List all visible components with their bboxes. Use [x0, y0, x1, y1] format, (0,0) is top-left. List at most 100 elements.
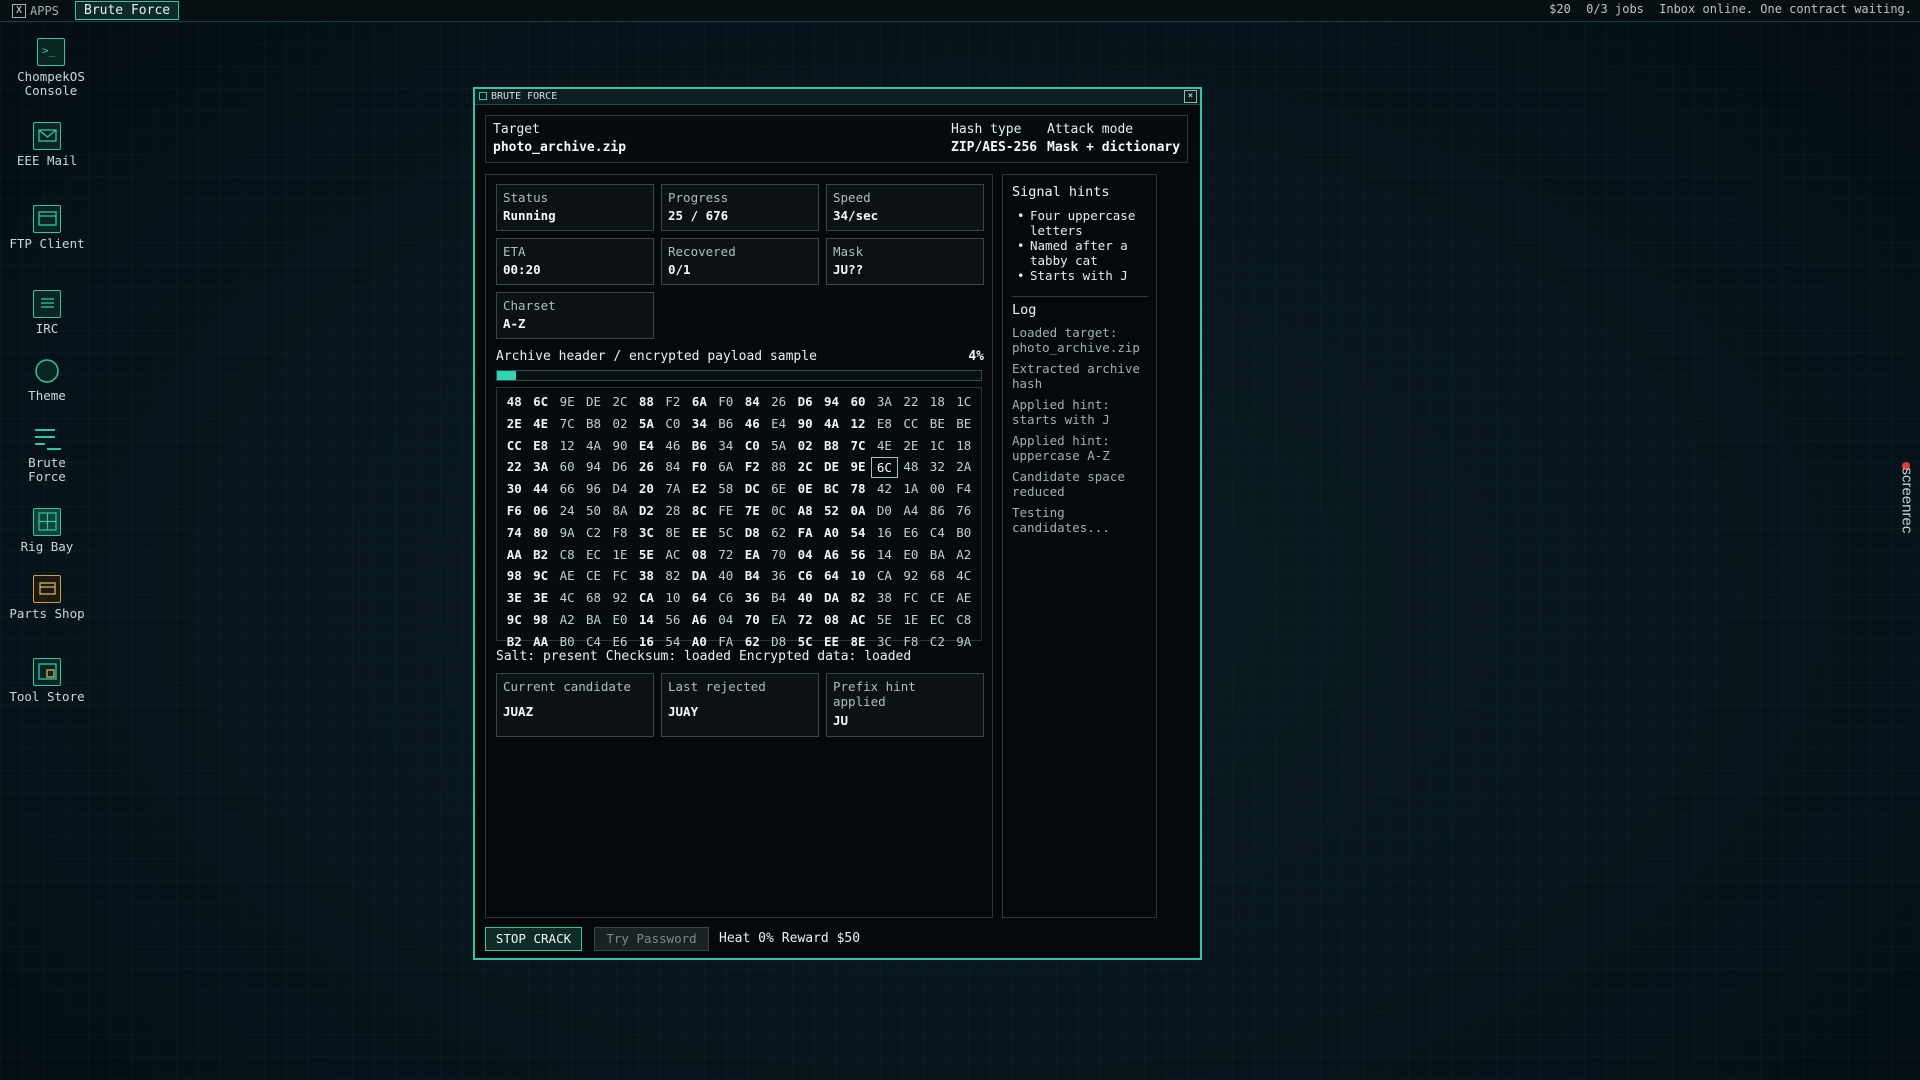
hex-byte: 94 — [824, 394, 840, 409]
hex-byte: E8 — [876, 415, 892, 431]
hex-byte: C6 — [718, 590, 734, 606]
desktop-icon-rig-bay[interactable]: Rig Bay — [7, 508, 87, 554]
desktop-icon-tool-store[interactable]: Tool Store — [7, 658, 87, 704]
screenrec-watermark: screenrec — [1896, 462, 1918, 572]
hex-byte: 8C — [691, 502, 707, 518]
last-rejected-card: Last rejected JUAY — [661, 673, 819, 737]
hex-byte: 96 — [586, 481, 602, 497]
hex-byte: 12 — [559, 437, 575, 453]
hints-title: Signal hints — [1012, 184, 1110, 200]
hex-byte: 38 — [638, 568, 654, 584]
hex-byte: CA — [876, 568, 892, 584]
hex-byte: C0 — [744, 437, 760, 453]
hex-byte: B2 — [533, 546, 549, 562]
bottom-status: Heat 0% Reward $50 — [719, 931, 868, 946]
hex-byte: F8 — [612, 524, 628, 540]
taskbar-item-brute-force[interactable]: Brute Force — [75, 1, 180, 20]
hex-byte: 4C — [559, 590, 575, 606]
hex-byte: 64 — [824, 568, 840, 584]
desktop-icon-label: Parts Shop — [9, 606, 85, 621]
hex-byte: 4A — [824, 415, 840, 431]
desktop-icon-ftp[interactable]: FTP Client — [7, 205, 87, 251]
hex-byte: CC — [506, 437, 522, 453]
hex-byte: 1E — [612, 546, 628, 562]
hex-byte: D6 — [797, 394, 813, 409]
recovered-card: Recovered 0/1 — [661, 238, 819, 285]
hex-byte: D8 — [744, 524, 760, 540]
desktop-icon-label: Tool Store — [9, 689, 85, 704]
hex-byte: 98 — [533, 611, 549, 627]
sample-label: Archive header / encrypted payload sampl… — [496, 349, 817, 364]
hex-byte: 2A — [956, 459, 972, 475]
hex-byte: 46 — [665, 437, 681, 453]
hex-byte: 3C — [638, 524, 654, 540]
hex-byte: F0 — [718, 394, 734, 409]
hex-byte: 5E — [876, 611, 892, 627]
desktop-icon-console[interactable]: >_ ChompekOS Console — [11, 38, 91, 98]
hex-byte: 82 — [850, 590, 866, 606]
hex-byte: E0 — [612, 611, 628, 627]
hex-byte: D4 — [612, 481, 628, 497]
hex-byte: D0 — [876, 502, 892, 518]
hex-byte: F6 — [506, 502, 522, 518]
hex-byte: AC — [665, 546, 681, 562]
hex-byte: 74 — [506, 524, 522, 540]
hex-byte: 58 — [718, 481, 734, 497]
hex-byte: 14 — [638, 611, 654, 627]
hex-byte: 18 — [956, 437, 972, 453]
hex-byte: 3E — [533, 590, 549, 606]
card-label: Prefix hint applied — [833, 679, 916, 709]
card-value: JU?? — [833, 262, 864, 277]
hex-byte: 70 — [771, 546, 787, 562]
hex-byte: 00 — [929, 481, 945, 497]
hex-dump: 48 6C 9E DE 2C 88 F2 6A F0 84 26 D6 94 60 3A 22 18 1C 2E 4E… — [496, 387, 982, 649]
card-label: Speed — [833, 190, 871, 205]
hex-byte: CC — [903, 415, 919, 431]
hex-byte: C2 — [929, 633, 945, 649]
hex-byte: 04 — [718, 611, 734, 627]
hex-byte: 80 — [533, 524, 549, 540]
hex-byte: 12 — [850, 415, 866, 431]
hex-byte: B8 — [586, 415, 602, 431]
desktop-icon-theme[interactable]: Theme — [7, 357, 87, 403]
progress-card: Progress 25 / 676 — [661, 184, 819, 231]
desktop-icon-mail[interactable]: EEE Mail — [7, 122, 87, 168]
hint-item: Four uppercase letters — [1015, 208, 1153, 238]
hex-byte: 54 — [850, 524, 866, 540]
hex-byte: A8 — [797, 502, 813, 518]
hex-byte: 9C — [533, 568, 549, 584]
hex-byte: 92 — [903, 568, 919, 584]
hex-byte: 3E — [506, 590, 522, 606]
hex-byte: 28 — [665, 502, 681, 518]
attack-mode-value: Mask + dictionary — [1047, 140, 1181, 155]
hex-byte: 34 — [718, 437, 734, 453]
hex-byte: E0 — [903, 546, 919, 562]
hex-byte: 4E — [533, 415, 549, 431]
stop-crack-button[interactable]: STOP CRACK — [485, 927, 582, 951]
card-value: JUAZ — [503, 704, 534, 719]
hex-byte: EC — [929, 611, 945, 627]
hex-byte: 0E — [797, 481, 813, 497]
heat-status: Heat 0% — [719, 931, 774, 946]
try-password-button[interactable]: Try Password — [594, 927, 709, 951]
window-close-button[interactable]: × — [1184, 90, 1197, 103]
hex-byte: BE — [956, 415, 972, 431]
hex-byte: CE — [586, 568, 602, 584]
hex-byte: 10 — [850, 568, 866, 584]
hex-byte: 9A — [559, 524, 575, 540]
card-value: 00:20 — [503, 262, 541, 277]
desktop-icon-irc[interactable]: IRC — [7, 290, 87, 336]
watermark-text: screenrec — [1898, 467, 1916, 534]
apps-menu-button[interactable]: X APPS — [12, 2, 59, 19]
hint-item: Named after a tabby cat — [1015, 238, 1153, 268]
desktop-icon-parts-shop[interactable]: Parts Shop — [7, 575, 87, 621]
hex-byte: B6 — [718, 415, 734, 431]
hex-byte: 98 — [506, 568, 522, 584]
hex-byte: EC — [586, 546, 602, 562]
window-titlebar[interactable]: BRUTE FORCE × — [475, 89, 1200, 105]
hex-byte: 4C — [956, 568, 972, 584]
desktop-icon-brute-force[interactable]: Brute Force — [7, 424, 87, 484]
hex-byte: 22 — [506, 459, 522, 475]
attack-mode-label: Attack mode — [1047, 122, 1134, 137]
hex-byte: 8E — [665, 524, 681, 540]
